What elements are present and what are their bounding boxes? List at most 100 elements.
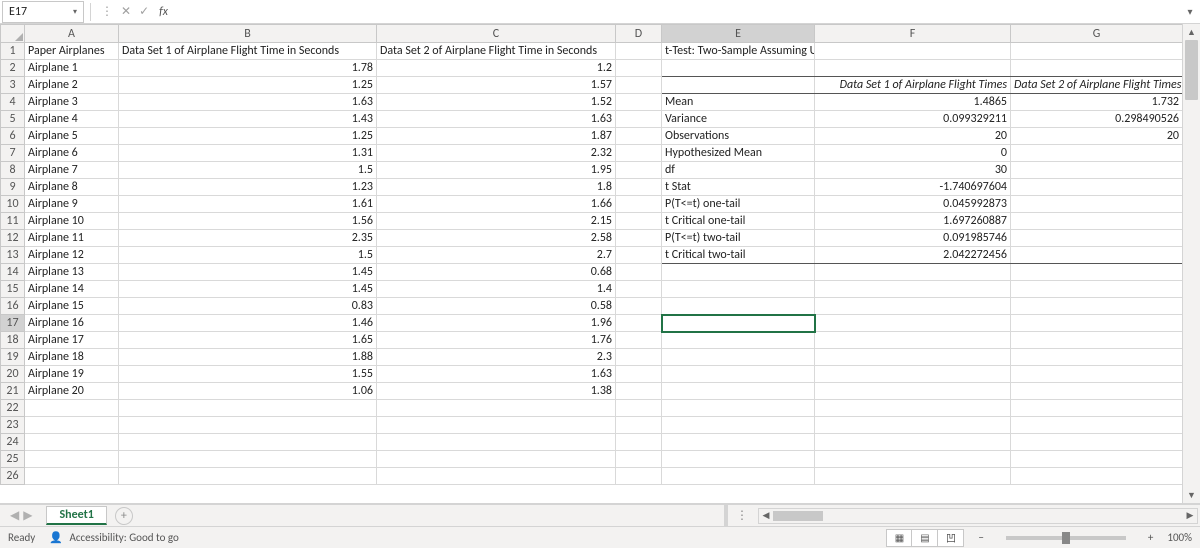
cell-B16[interactable]: 0.83 <box>119 298 377 315</box>
cell-D12[interactable] <box>616 230 662 247</box>
cell-E17[interactable] <box>662 315 815 332</box>
scroll-thumb[interactable] <box>1185 40 1198 100</box>
cell-C11[interactable]: 2.15 <box>377 213 616 230</box>
cell-A24[interactable] <box>25 434 119 451</box>
name-box[interactable]: E17 ▾ <box>2 1 84 23</box>
cell-G22[interactable] <box>1011 400 1183 417</box>
cell-E3[interactable] <box>662 77 815 94</box>
cell-E8[interactable]: df <box>662 162 815 179</box>
cell-C20[interactable]: 1.63 <box>377 366 616 383</box>
cell-A11[interactable]: Airplane 10 <box>25 213 119 230</box>
cell-C4[interactable]: 1.52 <box>377 94 616 111</box>
row-header[interactable]: 2 <box>1 60 25 77</box>
cell-A14[interactable]: Airplane 13 <box>25 264 119 281</box>
zoom-out-button[interactable]: − <box>978 531 983 544</box>
cell-B6[interactable]: 1.25 <box>119 128 377 145</box>
cell-G16[interactable] <box>1011 298 1183 315</box>
cell-G7[interactable] <box>1011 145 1183 162</box>
scroll-track[interactable] <box>1183 40 1200 487</box>
cell-G11[interactable] <box>1011 213 1183 230</box>
row-header[interactable]: 6 <box>1 128 25 145</box>
cell-A2[interactable]: Airplane 1 <box>25 60 119 77</box>
formula-input[interactable] <box>178 2 1180 22</box>
chevron-down-icon[interactable]: ▾ <box>73 7 77 17</box>
horizontal-scrollbar[interactable]: ◀ ▶ <box>758 508 1198 524</box>
cell-E14[interactable] <box>662 264 815 281</box>
cell-G15[interactable] <box>1011 281 1183 298</box>
sheet-nav-prev-icon[interactable]: ◀ <box>10 508 19 523</box>
cell-F5[interactable]: 0.099329211 <box>815 111 1011 128</box>
cell-B12[interactable]: 2.35 <box>119 230 377 247</box>
cell-C25[interactable] <box>377 451 616 468</box>
cell-B4[interactable]: 1.63 <box>119 94 377 111</box>
cell-E11[interactable]: t Critical one-tail <box>662 213 815 230</box>
cell-C16[interactable]: 0.58 <box>377 298 616 315</box>
cell-G6[interactable]: 20 <box>1011 128 1183 145</box>
cell-G23[interactable] <box>1011 417 1183 434</box>
cell-C10[interactable]: 1.66 <box>377 196 616 213</box>
cell-D1[interactable] <box>616 43 662 60</box>
row-header[interactable]: 19 <box>1 349 25 366</box>
cell-D4[interactable] <box>616 94 662 111</box>
row-header[interactable]: 13 <box>1 247 25 264</box>
cell-F13[interactable]: 2.042272456 <box>815 247 1011 264</box>
cell-E10[interactable]: P(T<=t) one-tail <box>662 196 815 213</box>
cell-A4[interactable]: Airplane 3 <box>25 94 119 111</box>
cell-B17[interactable]: 1.46 <box>119 315 377 332</box>
cell-D18[interactable] <box>616 332 662 349</box>
cell-E13[interactable]: t Critical two-tail <box>662 247 815 264</box>
cell-G9[interactable] <box>1011 179 1183 196</box>
column-header-E[interactable]: E <box>662 25 815 43</box>
cell-B8[interactable]: 1.5 <box>119 162 377 179</box>
column-header-C[interactable]: C <box>377 25 616 43</box>
cell-G14[interactable] <box>1011 264 1183 281</box>
column-header-A[interactable]: A <box>25 25 119 43</box>
row-header[interactable]: 15 <box>1 281 25 298</box>
scroll-thumb[interactable] <box>773 511 823 521</box>
cell-A16[interactable]: Airplane 15 <box>25 298 119 315</box>
cell-G20[interactable] <box>1011 366 1183 383</box>
cell-E15[interactable] <box>662 281 815 298</box>
cell-C12[interactable]: 2.58 <box>377 230 616 247</box>
cell-A1[interactable]: Paper Airplanes <box>25 43 119 60</box>
cell-A20[interactable]: Airplane 19 <box>25 366 119 383</box>
normal-view-button[interactable]: ▦ <box>886 529 912 547</box>
zoom-slider[interactable] <box>1006 536 1126 540</box>
cell-D7[interactable] <box>616 145 662 162</box>
cell-D24[interactable] <box>616 434 662 451</box>
cell-A25[interactable] <box>25 451 119 468</box>
cell-B24[interactable] <box>119 434 377 451</box>
cell-C2[interactable]: 1.2 <box>377 60 616 77</box>
cell-F14[interactable] <box>815 264 1011 281</box>
row-header[interactable]: 23 <box>1 417 25 434</box>
cell-A19[interactable]: Airplane 18 <box>25 349 119 366</box>
cell-G5[interactable]: 0.298490526 <box>1011 111 1183 128</box>
cell-F2[interactable] <box>815 60 1011 77</box>
cell-G19[interactable] <box>1011 349 1183 366</box>
cell-F24[interactable] <box>815 434 1011 451</box>
cell-B5[interactable]: 1.43 <box>119 111 377 128</box>
row-header[interactable]: 20 <box>1 366 25 383</box>
cell-D13[interactable] <box>616 247 662 264</box>
cell-F11[interactable]: 1.697260887 <box>815 213 1011 230</box>
cell-C5[interactable]: 1.63 <box>377 111 616 128</box>
fx-icon[interactable]: fx <box>159 5 168 19</box>
cell-C3[interactable]: 1.57 <box>377 77 616 94</box>
cell-E25[interactable] <box>662 451 815 468</box>
cell-E2[interactable] <box>662 60 815 77</box>
cell-B25[interactable] <box>119 451 377 468</box>
cell-C24[interactable] <box>377 434 616 451</box>
cell-B7[interactable]: 1.31 <box>119 145 377 162</box>
cell-B13[interactable]: 1.5 <box>119 247 377 264</box>
zoom-handle[interactable] <box>1062 532 1070 544</box>
cell-F4[interactable]: 1.4865 <box>815 94 1011 111</box>
cell-C13[interactable]: 2.7 <box>377 247 616 264</box>
cell-B11[interactable]: 1.56 <box>119 213 377 230</box>
cell-F10[interactable]: 0.045992873 <box>815 196 1011 213</box>
cell-A12[interactable]: Airplane 11 <box>25 230 119 247</box>
cell-B22[interactable] <box>119 400 377 417</box>
vertical-scrollbar[interactable]: ▲ ▼ <box>1182 24 1200 503</box>
cell-D16[interactable] <box>616 298 662 315</box>
cell-G1[interactable] <box>1011 43 1183 60</box>
cell-B23[interactable] <box>119 417 377 434</box>
